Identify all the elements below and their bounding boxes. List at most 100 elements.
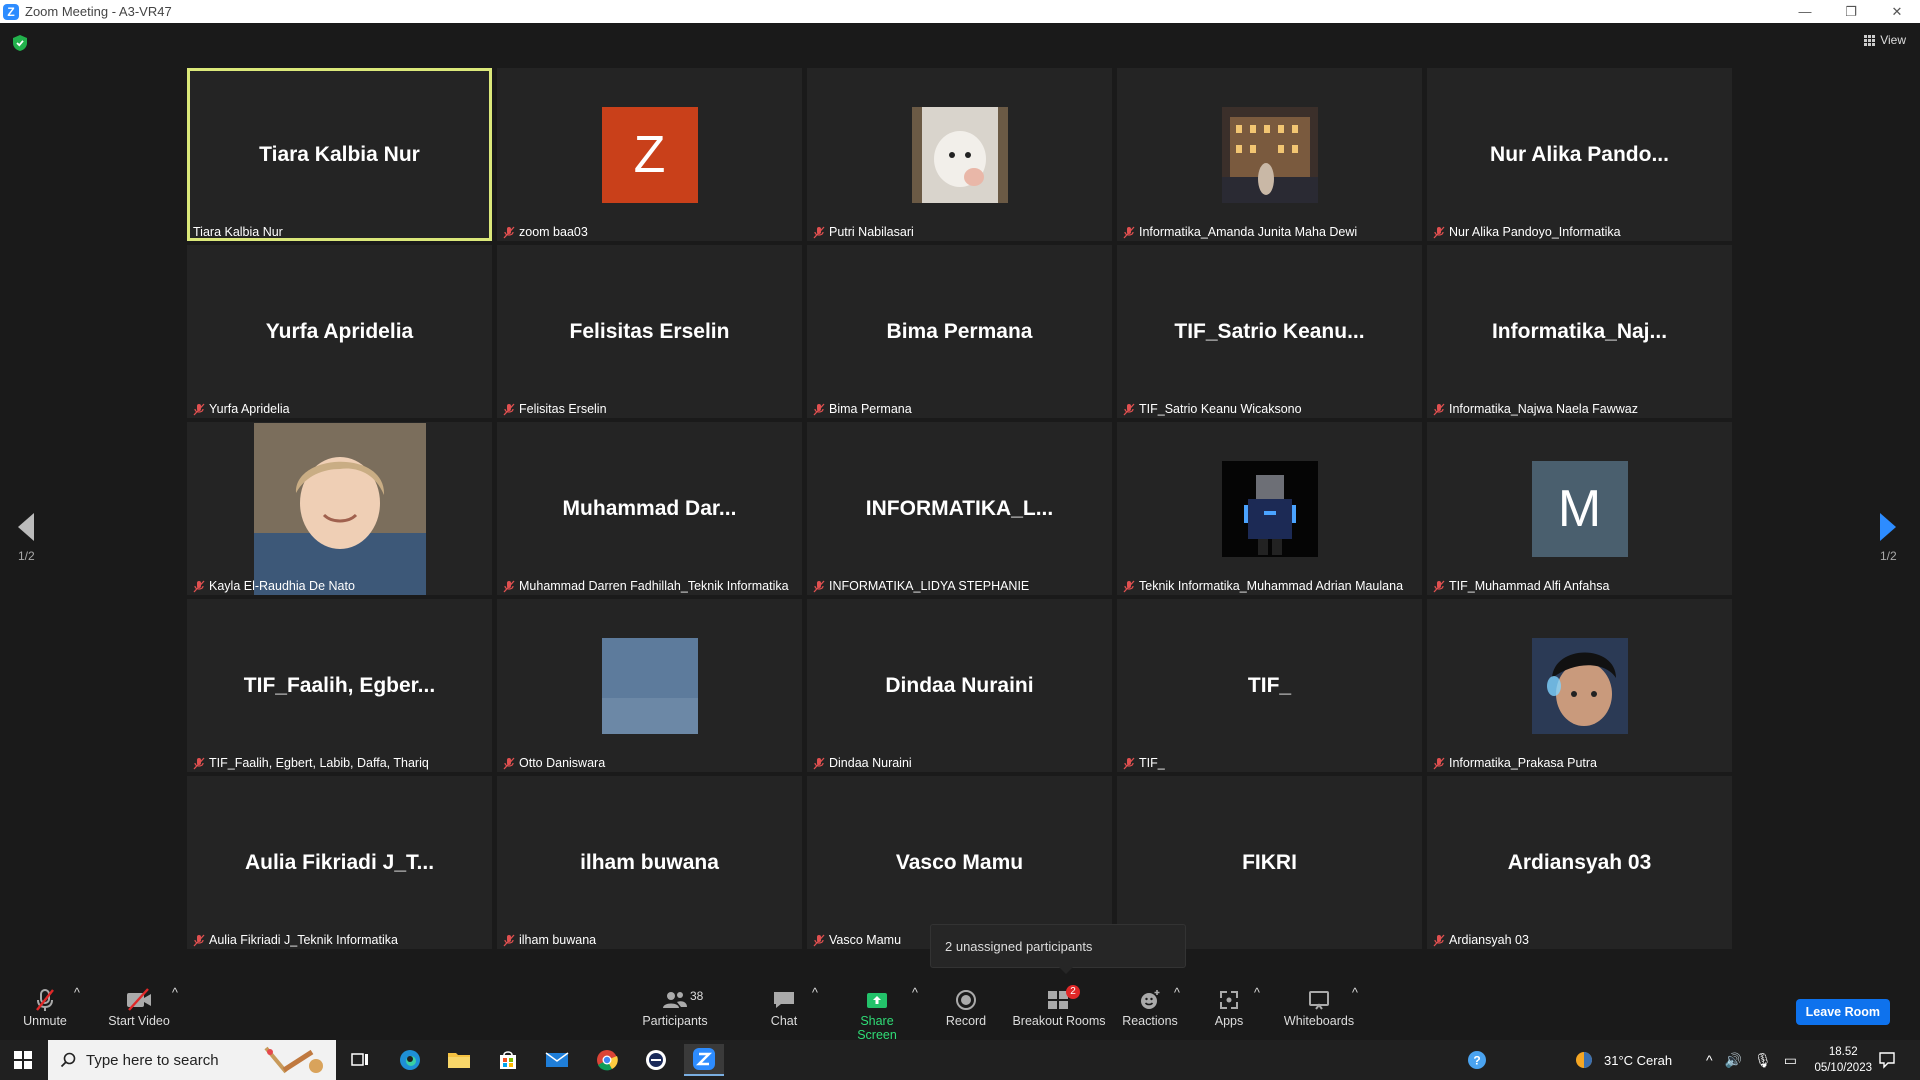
zoom-taskbar-icon[interactable] xyxy=(684,1044,724,1076)
participant-tile[interactable]: Bima Permana Bima Permana xyxy=(807,245,1112,418)
show-hidden-icons-icon[interactable]: ^ xyxy=(1706,1052,1713,1068)
mail-icon[interactable] xyxy=(537,1044,577,1076)
participant-name: Nur Alika Pandoyo_Informatika xyxy=(1449,225,1621,239)
muted-mic-icon xyxy=(1123,403,1135,415)
encryption-shield-icon[interactable] xyxy=(12,34,28,52)
participant-name-label: Ardiansyah 03 xyxy=(1433,933,1529,947)
chrome-browser-icon[interactable] xyxy=(587,1044,627,1076)
chat-options-caret-icon[interactable]: ^ xyxy=(812,986,818,1000)
muted-mic-icon xyxy=(1433,403,1445,415)
muted-mic-icon xyxy=(1433,226,1445,238)
participant-tile[interactable]: Yurfa Apridelia Yurfa Apridelia xyxy=(187,245,492,418)
participant-tile[interactable]: Felisitas Erselin Felisitas Erselin xyxy=(497,245,802,418)
participant-tile[interactable]: Dindaa Nuraini Dindaa Nuraini xyxy=(807,599,1112,772)
next-page-button[interactable]: 1/2 xyxy=(1880,513,1897,563)
participant-tile[interactable]: TIF_Satrio Keanu... TIF_Satrio Keanu Wica… xyxy=(1117,245,1422,418)
participant-tile[interactable]: TIF_Faalih, Egber... TIF_Faalih, Egbert, … xyxy=(187,599,492,772)
participant-tile[interactable]: Putri Nabilasari xyxy=(807,68,1112,241)
participant-tile[interactable]: M TIF_Muhammad Alfi Anfahsa xyxy=(1427,422,1732,595)
microsoft-store-icon[interactable] xyxy=(488,1044,528,1076)
participant-name: Kayla El-Raudhia De Nato xyxy=(209,579,355,593)
previous-page-button[interactable]: 1/2 xyxy=(18,513,35,563)
muted-mic-icon xyxy=(1123,226,1135,238)
participant-display-name: TIF_Faalih, Egber... xyxy=(243,673,436,697)
participant-display-name: Vasco Mamu xyxy=(895,850,1024,874)
unassigned-participants-popover[interactable]: 2 unassigned participants xyxy=(930,924,1186,974)
audio-options-caret-icon[interactable]: ^ xyxy=(74,986,80,1000)
participant-tile[interactable]: Informatika_Prakasa Putra xyxy=(1427,599,1732,772)
participant-name: Dindaa Nuraini xyxy=(829,756,912,770)
chat-label: Chat xyxy=(770,1014,798,1028)
whiteboards-options-caret-icon[interactable]: ^ xyxy=(1352,986,1358,1000)
window-title: Zoom Meeting - A3-VR47 xyxy=(25,4,172,19)
participant-name-label: Informatika_Prakasa Putra xyxy=(1433,756,1597,770)
participant-tile[interactable]: Tiara Kalbia Nur Tiara Kalbia Nur xyxy=(187,68,492,241)
participant-tile[interactable]: ilham buwana ilham buwana xyxy=(497,776,802,949)
participants-label: Participants xyxy=(642,1014,708,1028)
participant-tile[interactable]: Kayla El-Raudhia De Nato xyxy=(187,422,492,595)
search-placeholder: Type here to search xyxy=(86,1051,219,1069)
share-options-caret-icon[interactable]: ^ xyxy=(912,986,918,1000)
windows-start-icon[interactable] xyxy=(14,1051,32,1069)
participants-button[interactable]: 38 Participants xyxy=(640,986,710,1028)
start-video-button[interactable]: Start Video xyxy=(104,986,174,1028)
breakout-rooms-button[interactable]: 2 Breakout Rooms xyxy=(1012,985,1106,1028)
apps-button[interactable]: Apps xyxy=(1210,986,1248,1028)
minimize-button[interactable]: — xyxy=(1782,0,1828,23)
record-button[interactable]: Record xyxy=(944,986,988,1028)
participant-tile[interactable]: Aulia Fikriadi J_T... Aulia Fikriadi J_Te… xyxy=(187,776,492,949)
video-options-caret-icon[interactable]: ^ xyxy=(172,986,178,1000)
task-view-icon[interactable] xyxy=(340,1044,380,1076)
close-button[interactable]: ✕ xyxy=(1874,0,1920,23)
participant-tile[interactable]: Nur Alika Pando... Nur Alika Pandoyo_Info… xyxy=(1427,68,1732,241)
microphone-icon[interactable]: 🎙 xyxy=(1754,1052,1772,1069)
restore-button[interactable]: ❐ xyxy=(1828,0,1874,23)
page-indicator-right: 1/2 xyxy=(1880,549,1897,563)
edge-browser-icon[interactable] xyxy=(390,1044,430,1076)
participant-name-label: TIF_Muhammad Alfi Anfahsa xyxy=(1433,579,1610,593)
chat-button[interactable]: Chat xyxy=(764,986,804,1028)
whiteboard-icon xyxy=(1309,991,1329,1010)
notifications-icon[interactable] xyxy=(1878,1040,1896,1080)
participant-tile[interactable]: TIF_ TIF_ xyxy=(1117,599,1422,772)
system-clock[interactable]: 18.52 05/10/2023 xyxy=(1814,1044,1872,1076)
weather-widget[interactable]: 31°C Cerah xyxy=(1574,1040,1672,1080)
taskbar-search-box[interactable]: Type here to search xyxy=(48,1040,336,1080)
leave-room-button[interactable]: Leave Room xyxy=(1795,999,1890,1025)
network-icon[interactable]: ▭ xyxy=(1784,1052,1797,1069)
share-screen-label: Share Screen xyxy=(857,1014,897,1042)
participant-tile[interactable]: Zzoom baa03 xyxy=(497,68,802,241)
video-off-icon xyxy=(127,988,151,1011)
participant-tile[interactable]: Informatika_Naj... Informatika_Najwa Nael… xyxy=(1427,245,1732,418)
share-screen-button[interactable]: Share Screen xyxy=(840,986,914,1042)
apps-label: Apps xyxy=(1214,1014,1244,1028)
participant-tile[interactable]: Informatika_Amanda Junita Maha Dewi xyxy=(1117,68,1422,241)
participants-icon xyxy=(663,992,687,1008)
start-video-label: Start Video xyxy=(108,1014,170,1028)
participant-name: TIF_Faalih, Egbert, Labib, Daffa, Thariq xyxy=(209,756,429,770)
whiteboards-button[interactable]: Whiteboards xyxy=(1282,986,1356,1028)
participant-tile[interactable]: Otto Daniswara xyxy=(497,599,802,772)
file-explorer-icon[interactable] xyxy=(439,1044,479,1076)
participant-tile[interactable]: Muhammad Dar... Muhammad Darren Fadhillah… xyxy=(497,422,802,595)
reactions-button[interactable]: Reactions xyxy=(1122,986,1178,1028)
participant-tile[interactable]: INFORMATIKA_L... INFORMATIKA_LIDYA STEPHA… xyxy=(807,422,1112,595)
reactions-options-caret-icon[interactable]: ^ xyxy=(1174,986,1180,1000)
app-icon[interactable] xyxy=(636,1044,676,1076)
unmute-button[interactable]: Unmute xyxy=(20,986,70,1028)
search-icon xyxy=(60,1052,76,1068)
help-icon[interactable]: ? xyxy=(1466,1040,1488,1080)
profile-picture xyxy=(1531,637,1628,734)
participant-tile[interactable]: Ardiansyah 03 Ardiansyah 03 xyxy=(1427,776,1732,949)
muted-mic-icon xyxy=(503,757,515,769)
weather-text: 31°C Cerah xyxy=(1604,1052,1673,1068)
muted-mic-icon xyxy=(813,580,825,592)
participant-tile[interactable]: Teknik Informatika_Muhammad Adrian Maula… xyxy=(1117,422,1422,595)
view-button[interactable]: View xyxy=(1864,33,1906,47)
participant-name-label: Otto Daniswara xyxy=(503,756,605,770)
record-icon xyxy=(956,990,976,1010)
apps-options-caret-icon[interactable]: ^ xyxy=(1254,986,1260,1000)
speaker-icon[interactable]: 🔊 xyxy=(1725,1052,1742,1069)
participant-name-label: Aulia Fikriadi J_Teknik Informatika xyxy=(193,933,398,947)
svg-text:?: ? xyxy=(1473,1054,1480,1068)
